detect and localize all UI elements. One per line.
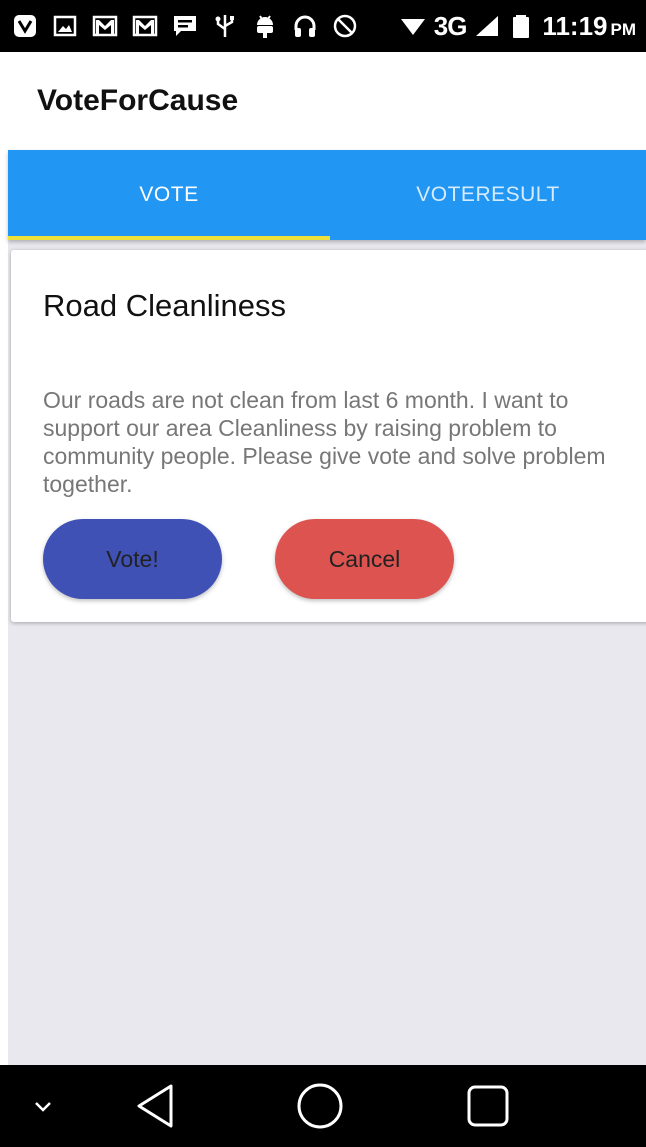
do-not-disturb-icon xyxy=(333,14,357,38)
chevron-down-icon[interactable] xyxy=(18,1065,68,1147)
status-notifications xyxy=(12,13,358,39)
saavn-icon xyxy=(14,15,36,37)
battery-icon xyxy=(513,15,530,38)
network-type: 3G xyxy=(433,10,468,41)
status-bar: 3G 11:19 PM xyxy=(0,0,646,52)
cancel-button[interactable]: Cancel xyxy=(275,519,454,599)
message-icon xyxy=(174,16,196,36)
recents-icon[interactable] xyxy=(458,1065,518,1147)
clock-ampm: PM xyxy=(610,19,637,39)
gmail-icon xyxy=(132,15,158,37)
tab-bar: VOTE VOTERESULT xyxy=(8,150,646,240)
tab-voteresult-label: VOTERESULT xyxy=(416,183,560,206)
tab-vote-label: VOTE xyxy=(139,183,199,206)
cause-description: Our roads are not clean from last 6 mont… xyxy=(43,387,606,497)
app-title: VoteForCause xyxy=(37,84,239,117)
android-debug-icon xyxy=(257,15,273,38)
vote-button-label: Vote! xyxy=(106,545,159,572)
tab-voteresult[interactable]: VOTERESULT xyxy=(330,150,646,240)
app-bar: VoteForCause xyxy=(0,52,646,150)
home-icon[interactable] xyxy=(290,1065,350,1147)
cause-title: Road Cleanliness xyxy=(43,288,286,323)
wifi-icon xyxy=(400,19,425,35)
gmail-icon xyxy=(92,15,118,37)
screen: 3G 11:19PM VoteForCause VOTE VOTERESULT xyxy=(0,0,646,1147)
tab-vote[interactable]: VOTE xyxy=(8,150,330,240)
back-icon[interactable] xyxy=(125,1065,185,1147)
usb-icon xyxy=(215,15,234,37)
vote-button[interactable]: Vote! xyxy=(43,519,222,599)
image-icon xyxy=(53,15,77,37)
cause-card: Road Cleanliness Our roads are not clean… xyxy=(11,250,646,622)
main-content: VOTE VOTERESULT Road Cleanliness Our roa… xyxy=(8,150,646,1065)
clock: 11:19 PM xyxy=(542,11,636,42)
tab-indicator xyxy=(8,236,330,240)
status-system: 3G 11:19 PM xyxy=(400,11,636,42)
clock-time: 11:19 xyxy=(542,10,608,41)
headphones-icon xyxy=(294,15,316,37)
navigation-bar xyxy=(0,1065,646,1147)
signal-icon xyxy=(476,16,499,36)
cancel-button-label: Cancel xyxy=(328,545,401,572)
